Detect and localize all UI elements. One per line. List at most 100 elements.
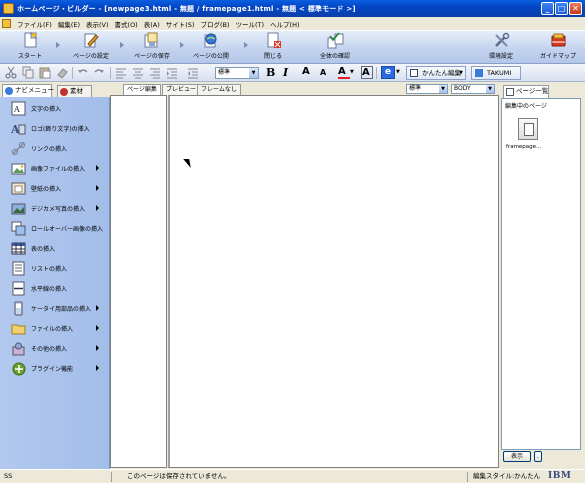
page-save-button[interactable]: ページの保存 [134,32,170,60]
env-settings-button[interactable]: 環境設定 [489,32,513,60]
outdent-icon[interactable] [187,66,199,79]
tag-select[interactable]: BODY ▼ [451,84,495,94]
redo-icon[interactable] [93,66,105,79]
tab-material[interactable]: 素材 [57,85,92,97]
nav-item-insert-link[interactable]: リンクの挿入 [0,138,110,158]
copy-icon[interactable] [22,66,34,79]
close-page-button[interactable]: 閉じる [264,32,282,60]
paste-icon[interactable] [39,66,51,79]
logo-icon: A [10,121,26,136]
start-button[interactable]: スタート [18,31,43,60]
nav-item-insert-list[interactable]: リストの挿入 [0,258,110,278]
menu-format[interactable]: 書式(O) [112,19,141,29]
editor-style-value: 標準 [409,85,422,92]
tab-preview[interactable]: プレビュー [162,84,201,95]
editor-tabs: ページ編集 プレビュー フレームなし 標準 ▼ BODY ▼ [110,83,497,95]
align-right-icon[interactable] [149,66,161,79]
material-icon [60,88,68,96]
align-center-icon[interactable] [132,66,144,79]
tab-nav-menu[interactable]: ナビメニュー [2,84,54,97]
menu-view[interactable]: 表示(V) [83,19,112,29]
close-window-button[interactable]: ✕ [569,2,582,15]
easy-edit-button[interactable]: かんたん編集 ▼ [406,66,466,80]
highlight-button[interactable]: A [361,66,373,79]
align-left-icon[interactable] [115,66,127,79]
title-bar: ホームページ・ビルダー - [newpage3.html - 無題 / fram… [0,0,585,17]
bold-button[interactable]: B [266,66,278,79]
undo-icon[interactable] [77,66,89,79]
menu-site[interactable]: サイト(S) [163,19,198,29]
window-controls: _ □ ✕ [541,2,582,15]
page-file-label[interactable]: framepage... [506,144,541,150]
nav-item-label: リンクの挿入 [31,145,68,153]
svg-text:A: A [13,105,20,114]
page-settings-button[interactable]: ページの設定 [73,32,109,60]
editor-left-frame[interactable] [110,95,167,468]
nav-item-label: デジカメ写真の挿入 [31,205,86,213]
nav-item-insert-other[interactable]: その他の挿入 [0,338,110,358]
page-publish-button[interactable]: ページの公開 [193,32,229,60]
start-label: スタート [18,53,43,60]
nav-item-plugins[interactable]: プラグイン機能 [0,358,110,378]
nav-item-label: 水平線の挿入 [31,285,68,293]
page-settings-icon [82,32,100,49]
status-left: SS [4,472,13,480]
nav-item-label: ロールオーバー画像の挿入 [31,225,103,233]
ibm-logo: IBM [548,471,572,481]
eraser-icon[interactable] [56,66,68,79]
style-select[interactable]: 標準 ▼ [215,67,259,79]
nav-item-insert-table[interactable]: 表の挿入 [0,238,110,258]
font-smaller-button[interactable]: A [320,68,332,81]
tools-icon [493,32,510,49]
menu-blog[interactable]: ブログ(B) [197,19,232,29]
image-icon [11,161,26,176]
tab-page-list[interactable]: ページ一覧 [503,85,549,98]
nav-item-insert-rollover[interactable]: ロールオーバー画像の挿入 [0,218,110,238]
nav-item-insert-photo[interactable]: デジカメ写真の挿入 [0,198,110,218]
nav-item-insert-mobile[interactable]: ケータイ用部品の挿入 [0,298,110,318]
editor-main-frame[interactable] [168,95,499,468]
menu-table[interactable]: 表(A) [141,19,163,29]
show-button[interactable]: 表示 [503,451,531,462]
nav-item-insert-text[interactable]: A 文字の挿入 [0,98,110,118]
page-file-icon[interactable] [518,118,538,140]
takumi-button[interactable]: TAKUMI [471,66,521,80]
left-panel-tabs: ナビメニュー 素材 [0,83,110,97]
chevron-right-icon [96,205,99,211]
nav-item-insert-wallpaper[interactable]: 壁紙の挿入 [0,178,110,198]
font-color-button[interactable]: A [338,66,350,79]
cut-icon[interactable] [5,66,17,79]
tab-no-frames[interactable]: フレームなし [197,84,241,95]
menu-help[interactable]: ヘルプ(H) [267,19,302,29]
nav-item-insert-image[interactable]: 画像ファイルの挿入 [0,158,110,178]
main-toolbar: スタート ページの設定 ページの保存 ページの公開 閉じる 全体の確認 環境設定… [0,30,585,64]
chevron-right-icon [96,345,99,351]
style-select-value: 標準 [218,69,231,76]
list-icon [11,261,26,276]
chevron-right-icon [96,325,99,331]
italic-button[interactable]: I [283,66,295,79]
maximize-button[interactable]: □ [555,2,568,15]
editor-style-select[interactable]: 標準 ▼ [406,84,448,94]
nav-item-insert-file[interactable]: ファイルの挿入 [0,318,110,338]
nav-item-insert-hr[interactable]: 水平線の挿入 [0,278,110,298]
editing-pages-heading: 編集中のページ [505,103,547,110]
tab-page-edit[interactable]: ページ編集 [123,84,161,95]
chevron-right-icon [96,165,99,171]
menu-edit[interactable]: 編集(E) [55,19,83,29]
overall-check-button[interactable]: 全体の確認 [320,32,350,60]
guide-map-button[interactable]: ガイドマップ [540,32,576,60]
menu-file[interactable]: ファイル(F) [14,19,55,29]
minimize-button[interactable]: _ [541,2,554,15]
separator [376,67,377,79]
nav-item-insert-logo[interactable]: A ロゴ(飾り文字)の挿入 [0,118,110,138]
document-icon[interactable] [2,19,11,28]
font-larger-button[interactable]: A [302,66,314,79]
more-options-button[interactable]: . [534,451,542,462]
tab-nav-menu-label: ナビメニュー [15,86,54,94]
page-save-label: ページの保存 [134,53,170,60]
e-icon[interactable]: e [381,66,395,79]
menu-tools[interactable]: ツール(T) [233,19,268,29]
indent-icon[interactable] [166,66,178,79]
globe-icon [202,32,219,49]
